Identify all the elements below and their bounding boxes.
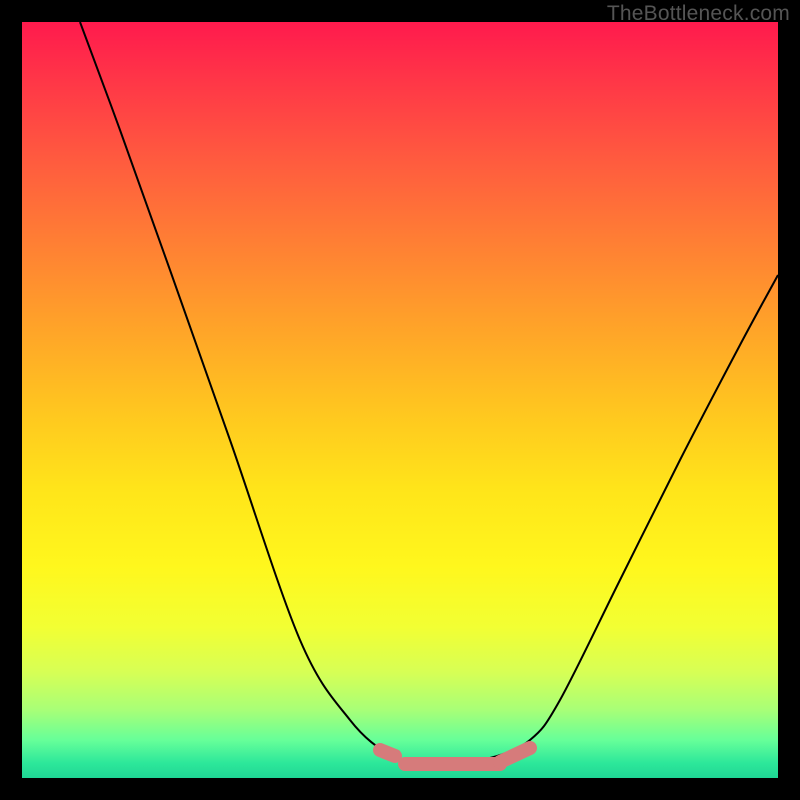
marker-segment [500,748,530,762]
chart-svg [0,0,800,800]
marker-segment [380,750,395,756]
optimal-range-marker [380,748,530,764]
watermark-text: TheBottleneck.com [607,2,790,26]
bottleneck-curve [80,22,778,763]
